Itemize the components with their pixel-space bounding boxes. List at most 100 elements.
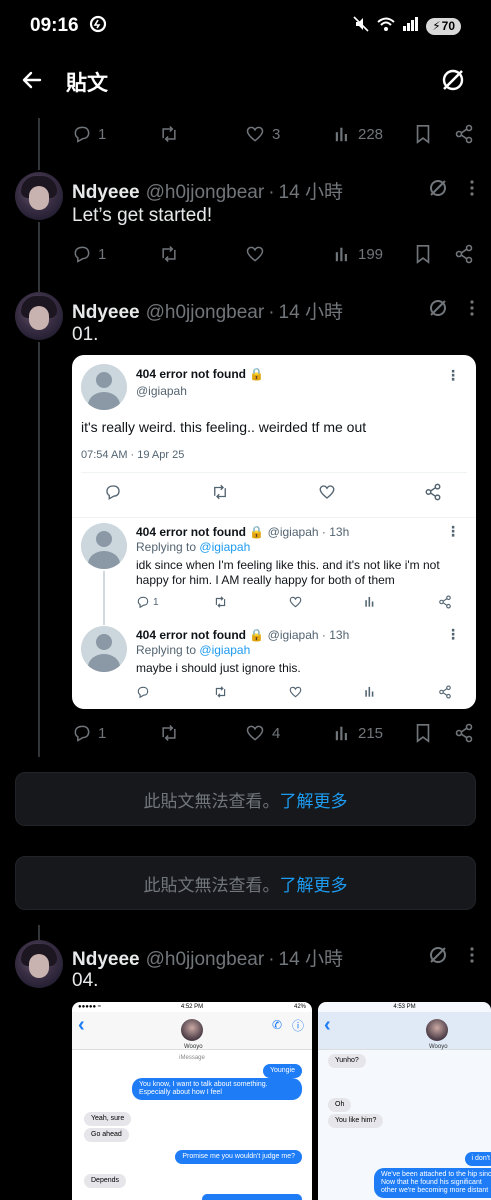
chat-screenshot-left[interactable]: ●●●●● ≈4:52 PM 42% ‹ Wooyo ✆ ⓘ iMessage Y… <box>72 1002 312 1200</box>
tweet-time[interactable]: 14 小時 <box>279 297 343 324</box>
avatar[interactable] <box>15 292 63 340</box>
bookmark-button[interactable] <box>414 124 432 144</box>
author-name[interactable]: Ndyeee <box>72 302 140 324</box>
reply-button[interactable]: 1 <box>72 124 106 144</box>
embed-more-icon: ⋮ <box>446 626 460 642</box>
grok-icon[interactable] <box>427 944 449 971</box>
more-options-icon[interactable] <box>469 179 475 202</box>
like-button[interactable] <box>244 244 266 264</box>
reply-count: 1 <box>98 724 107 742</box>
like-button[interactable]: 3 <box>244 124 280 144</box>
tweet-text: 04. <box>72 970 99 991</box>
notice-text: 此貼文無法查看。 <box>143 791 280 811</box>
repost-button[interactable] <box>158 723 180 743</box>
embed-reply-text: maybe i should just ignore this. <box>136 661 301 675</box>
embed-actions <box>72 483 476 505</box>
bookmark-button[interactable] <box>414 244 432 264</box>
embed-author-handle: @igiapah <box>136 384 187 398</box>
share-button[interactable] <box>454 723 474 743</box>
message-bubble: i don't <box>464 1152 491 1166</box>
learn-more-link[interactable]: 了解更多 <box>280 871 348 896</box>
avatar[interactable] <box>15 172 63 220</box>
battery-level: 70 <box>441 19 455 33</box>
share-button[interactable] <box>454 244 474 264</box>
embed-avatar <box>81 523 127 569</box>
tweet-header-actions <box>427 177 475 204</box>
tweet-time[interactable]: 14 小時 <box>279 944 343 971</box>
embed-reply-actions <box>72 685 476 701</box>
author-handle[interactable]: @h0jjongbear <box>146 949 265 971</box>
wifi-icon <box>376 16 396 37</box>
repost-button[interactable] <box>158 124 186 144</box>
embed-reply-author: 404 error not found 🔒 @igiapah · 13h <box>136 628 350 642</box>
message-bubble: You like him? <box>328 1114 384 1128</box>
action-row: 1 3 228 <box>72 120 476 148</box>
tweet-text: 01. <box>72 324 99 345</box>
contact-avatar <box>181 1019 203 1041</box>
bookmark-button[interactable] <box>414 723 432 743</box>
embed-main-text: it's really weird. this feeling.. weirde… <box>81 419 367 435</box>
shot-time: 4:52 PM <box>180 1004 204 1010</box>
embed-reply-actions: 1 <box>72 595 476 611</box>
like-count: 3 <box>272 125 281 143</box>
learn-more-link[interactable]: 了解更多 <box>280 787 348 812</box>
reply-icon <box>74 246 90 263</box>
message-bubble: Yeah, sure <box>84 1112 132 1126</box>
reply-button[interactable]: 1 <box>72 723 106 743</box>
author-handle[interactable]: @h0jjongbear <box>146 182 265 204</box>
signal-icon <box>402 16 420 36</box>
reply-count: 1 <box>98 245 107 263</box>
repost-icon <box>162 125 176 143</box>
embed-heart-icon <box>288 595 303 609</box>
back-chevron-icon: ‹ <box>324 1014 331 1036</box>
heart-icon <box>246 126 264 142</box>
contact-avatar <box>426 1019 448 1041</box>
page-title: 貼文 <box>66 72 108 95</box>
embed-repost-icon <box>210 483 230 501</box>
like-button[interactable]: 4 <box>244 723 280 743</box>
tweet-time[interactable]: 14 小時 <box>279 177 343 204</box>
share-icon <box>455 244 473 264</box>
more-options-icon[interactable] <box>469 299 475 322</box>
message-bubble: Promise me you wouldn't judge me? <box>175 1150 302 1164</box>
embed-repost-icon <box>213 595 228 609</box>
share-icon <box>455 124 473 144</box>
info-icon: ⓘ <box>291 1019 304 1033</box>
views-count: 199 <box>358 245 384 263</box>
repost-button[interactable] <box>158 244 180 264</box>
embed-reply-author: 404 error not found 🔒 @igiapah · 13h <box>136 525 350 539</box>
action-row: 1 4 215 <box>72 719 476 747</box>
views-count: 215 <box>358 724 384 742</box>
views-icon <box>335 127 347 142</box>
embed-share-icon <box>424 483 442 501</box>
grok-icon[interactable] <box>427 177 449 204</box>
views-button[interactable]: 228 <box>334 125 383 143</box>
status-bar: 09:16 ⚡ 70 <box>0 0 491 52</box>
heart-icon <box>246 246 264 262</box>
views-button[interactable]: 215 <box>334 724 383 742</box>
share-button[interactable] <box>454 124 474 144</box>
thread-line <box>38 222 40 292</box>
unavailable-post-notice: 此貼文無法查看。 了解更多 <box>15 856 476 910</box>
message-bubble: Depends <box>84 1174 127 1188</box>
author-handle[interactable]: @h0jjongbear <box>146 302 265 324</box>
shot-time: 4:53 PM <box>393 1004 416 1010</box>
back-arrow-icon[interactable] <box>20 68 44 97</box>
chat-screenshot-right[interactable]: 4:53 PM ‹ Wooyo Yunho? Oh You like him? … <box>318 1002 491 1200</box>
avatar[interactable] <box>15 940 63 988</box>
more-options-icon[interactable] <box>469 946 475 969</box>
grok-icon[interactable] <box>427 297 449 324</box>
reply-button[interactable]: 1 <box>72 244 106 264</box>
like-count: 4 <box>272 724 281 742</box>
embedded-screenshot[interactable]: 404 error not found 🔒 @igiapah ⋮ it's re… <box>72 355 476 709</box>
author-name[interactable]: Ndyeee <box>72 182 140 204</box>
repost-icon <box>162 724 176 742</box>
embed-replying-to: Replying to @igiapah <box>136 540 251 554</box>
views-button[interactable]: 199 <box>334 245 383 263</box>
message-bubble: Oh <box>328 1098 352 1112</box>
grok-icon[interactable] <box>439 66 467 99</box>
top-nav: 貼文 <box>0 52 491 112</box>
author-name[interactable]: Ndyeee <box>72 949 140 971</box>
thread-line <box>38 118 40 170</box>
back-chevron-icon: ‹ <box>78 1014 85 1036</box>
